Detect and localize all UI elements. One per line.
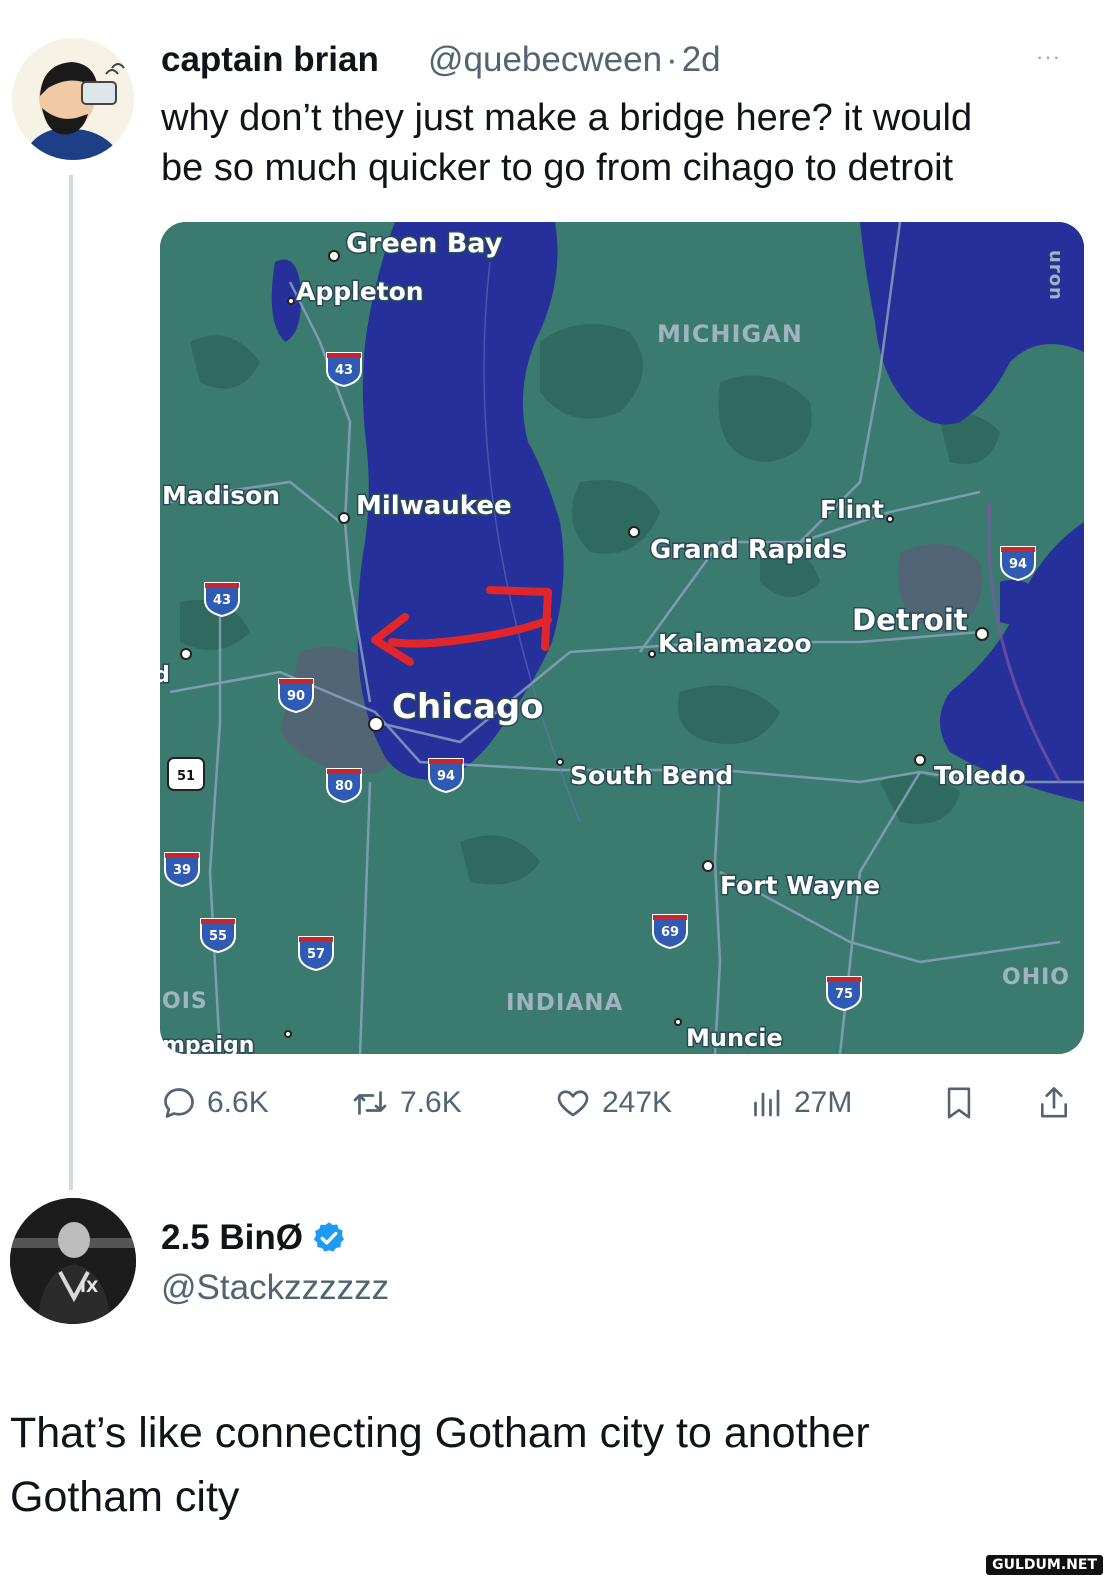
watermark-logo: GULDUM.NET	[986, 1555, 1103, 1575]
shield-us51: 51	[167, 757, 205, 791]
shield-i55: 55	[200, 918, 236, 954]
more-options-button[interactable]: ···	[1036, 44, 1061, 70]
like-button[interactable]: 247K	[554, 1083, 672, 1123]
shield-i69: 69	[652, 914, 688, 950]
reply-bubble-icon	[164, 1088, 194, 1118]
shield-i57: 57	[298, 936, 334, 972]
label-fort-wayne: Fort Wayne	[720, 871, 880, 900]
svg-text:69: 69	[661, 925, 679, 940]
label-muncie: Muncie	[686, 1024, 783, 1052]
label-ohio: OHIO	[1002, 965, 1070, 990]
tweet-time[interactable]: 2d	[682, 40, 721, 79]
separator-dot: ·	[666, 40, 678, 79]
svg-text:43: 43	[335, 363, 353, 378]
label-madison: Madison	[162, 481, 280, 510]
label-indiana: INDIANA	[506, 990, 623, 1016]
reply-button[interactable]: 6.6K	[161, 1083, 269, 1123]
svg-text:57: 57	[307, 947, 325, 962]
person-photo-icon: IX	[10, 1198, 136, 1324]
svg-text:90: 90	[287, 689, 305, 704]
bookmark-icon	[947, 1087, 971, 1119]
views-button[interactable]: 27M	[748, 1083, 852, 1123]
tweet-text-line-2: be so much quicker to go from cihago to …	[161, 147, 954, 189]
retweet-icon	[353, 1091, 387, 1115]
reply-text-line-1: That’s like connecting Gotham city to an…	[10, 1409, 870, 1457]
svg-text:94: 94	[1009, 557, 1027, 572]
shield-i80: 80	[326, 768, 362, 804]
label-michigan: MICHIGAN	[657, 320, 803, 348]
svg-text:IX: IX	[80, 1277, 99, 1296]
view-count: 27M	[794, 1086, 853, 1119]
reply-handle[interactable]: @Stackzzzzzz	[161, 1268, 389, 1308]
heart-icon	[557, 1090, 589, 1117]
label-detroit: Detroit	[852, 603, 968, 637]
tweet-handle-row: @quebecween · 2d	[428, 40, 721, 80]
label-huron-partial: uron	[1045, 250, 1066, 301]
cartoon-avatar-icon	[12, 38, 134, 160]
retweet-count: 7.6K	[400, 1086, 462, 1119]
reply-text: That’s like connecting Gotham city to an…	[10, 1401, 870, 1529]
label-milwaukee: Milwaukee	[356, 491, 512, 521]
avatar-captain-brian[interactable]	[12, 38, 134, 160]
share-upload-icon	[1040, 1087, 1068, 1118]
tweet-handle[interactable]: @quebecween	[428, 40, 662, 79]
avatar-2-5-bino[interactable]: IX	[10, 1198, 136, 1324]
svg-text:51: 51	[177, 769, 195, 784]
label-grand-rapids: Grand Rapids	[650, 535, 847, 565]
reply-author-name[interactable]: 2.5 BinØ	[161, 1218, 303, 1258]
svg-text:39: 39	[173, 863, 191, 878]
retweet-button[interactable]: 7.6K	[350, 1083, 462, 1123]
label-partial-d: d	[160, 663, 170, 688]
label-south-bend: South Bend	[570, 761, 733, 790]
shield-i43-north: 43	[326, 352, 362, 388]
svg-text:75: 75	[835, 987, 853, 1002]
thread-line	[69, 175, 73, 1190]
label-illinois-partial: OIS	[162, 989, 208, 1014]
shield-i94-detroit: 94	[1000, 546, 1036, 582]
label-green-bay: Green Bay	[346, 228, 503, 259]
label-appleton: Appleton	[296, 277, 424, 306]
label-champaign-partial: mpaign	[162, 1033, 254, 1054]
like-count: 247K	[602, 1086, 673, 1119]
reply-author-row: 2.5 BinØ	[161, 1218, 347, 1258]
label-flint: Flint	[820, 495, 884, 524]
tweet-map-image[interactable]: Green Bay Appleton Madison Milwaukee Chi…	[160, 222, 1084, 1054]
reply-text-line-2: Gotham city	[10, 1473, 240, 1521]
shield-i75: 75	[826, 976, 862, 1012]
label-chicago: Chicago	[392, 687, 544, 727]
bookmark-button[interactable]	[942, 1083, 986, 1123]
tweet-author-name[interactable]: captain brian	[161, 40, 379, 80]
shield-i39: 39	[164, 852, 200, 888]
svg-text:94: 94	[437, 769, 455, 784]
reply-count: 6.6K	[207, 1086, 269, 1119]
shield-i94-chicago: 94	[428, 758, 464, 794]
shield-i90: 90	[278, 678, 314, 714]
analytics-bars-icon	[754, 1089, 780, 1117]
tweet-text: why don’t they just make a bridge here? …	[161, 93, 972, 193]
svg-text:55: 55	[209, 929, 227, 944]
label-toledo: Toledo	[934, 761, 1026, 790]
shield-i43-south: 43	[204, 582, 240, 618]
label-kalamazoo: Kalamazoo	[658, 629, 812, 658]
tweet-text-line-1: why don’t they just make a bridge here? …	[161, 97, 973, 139]
share-button[interactable]	[1036, 1083, 1082, 1123]
svg-text:80: 80	[335, 779, 353, 794]
verified-badge-icon	[313, 1222, 344, 1252]
svg-text:43: 43	[213, 593, 231, 608]
